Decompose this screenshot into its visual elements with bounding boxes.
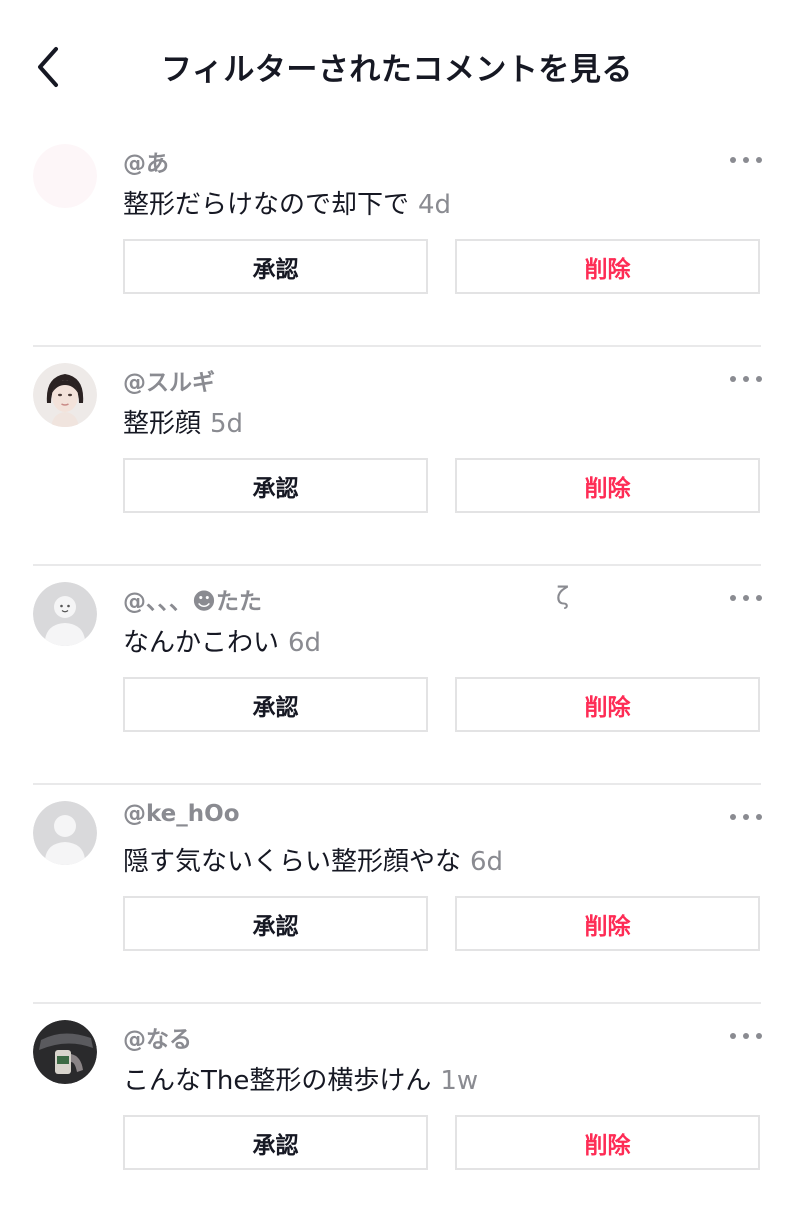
delete-button[interactable]: 削除 (455, 458, 760, 513)
avatar[interactable] (33, 801, 97, 865)
comment-time: 6d (288, 628, 322, 658)
username-decoration: ζ (556, 582, 570, 610)
more-dot-icon (730, 157, 736, 163)
page-title: フィルターされたコメントを見る (161, 52, 633, 88)
delete-button[interactable]: 削除 (455, 896, 760, 951)
comment-text: 整形だらけなので却下で (123, 190, 410, 220)
more-dot-icon (756, 376, 762, 382)
more-dot-icon (730, 376, 736, 382)
approve-button[interactable]: 承認 (123, 458, 428, 513)
more-dot-icon (743, 814, 749, 820)
comment-item: @あ 整形だらけなので却下で 4d 承認 削除 (0, 128, 794, 347)
comment-body: なんかこわい 6d (123, 622, 321, 659)
comment-item: @ke_hOo 隠す気ないくらい整形顔やな 6d 承認 削除 (0, 785, 794, 1004)
more-dot-icon (730, 1033, 736, 1039)
approve-button[interactable]: 承認 (123, 677, 428, 732)
default-avatar-icon (33, 801, 97, 865)
more-dot-icon (743, 1033, 749, 1039)
more-options-button[interactable] (730, 369, 762, 389)
photo-avatar-dark-icon (33, 1020, 97, 1084)
comment-body: 隠す気ないくらい整形顔やな 6d (123, 841, 503, 878)
comment-text: なんかこわい (123, 628, 280, 658)
more-dot-icon (756, 814, 762, 820)
delete-button[interactable]: 削除 (455, 239, 760, 294)
more-dot-icon (730, 595, 736, 601)
avatar[interactable] (33, 582, 97, 646)
approve-button[interactable]: 承認 (123, 1115, 428, 1170)
more-options-button[interactable] (730, 588, 762, 608)
more-dot-icon (743, 157, 749, 163)
more-dot-icon (730, 814, 736, 820)
avatar[interactable] (33, 144, 97, 208)
more-options-button[interactable] (730, 807, 762, 827)
comment-time: 1w (440, 1066, 479, 1096)
comment-item: @スルギ 整形顔 5d 承認 削除 (0, 347, 794, 566)
comment-text: 隠す気ないくらい整形顔やな (123, 847, 462, 877)
comment-username[interactable]: @なる (123, 1020, 192, 1054)
blank-avatar-icon (33, 144, 97, 208)
comment-item: @、、、☻たた ζ なんかこわい 6d 承認 削除 (0, 566, 794, 785)
comment-text: こんなThe整形の横歩けん (123, 1066, 432, 1096)
comment-body: 整形だらけなので却下で 4d (123, 184, 451, 221)
comment-text: 整形顔 (123, 409, 202, 439)
comment-item: @なる こんなThe整形の横歩けん 1w 承認 削除 (0, 1004, 794, 1223)
photo-avatar-woman-icon (33, 363, 97, 427)
approve-button[interactable]: 承認 (123, 239, 428, 294)
comment-body: 整形顔 5d (123, 403, 243, 440)
delete-button[interactable]: 削除 (455, 677, 760, 732)
more-dot-icon (756, 1033, 762, 1039)
more-options-button[interactable] (730, 150, 762, 170)
more-options-button[interactable] (730, 1026, 762, 1046)
comment-list: @あ 整形だらけなので却下で 4d 承認 削除 @スルギ 整形顔 5d 承認 削… (0, 128, 794, 1223)
comment-time: 5d (210, 409, 244, 439)
comment-username[interactable]: @、、、☻たた (123, 582, 262, 616)
avatar[interactable] (33, 1020, 97, 1084)
avatar[interactable] (33, 363, 97, 427)
comment-username[interactable]: @スルギ (123, 363, 215, 397)
default-avatar-face-icon (33, 582, 97, 646)
comment-time: 6d (470, 847, 504, 877)
more-dot-icon (743, 595, 749, 601)
more-dot-icon (756, 595, 762, 601)
header: フィルターされたコメントを見る (0, 0, 794, 128)
comment-username[interactable]: @あ (123, 144, 169, 178)
more-dot-icon (756, 157, 762, 163)
delete-button[interactable]: 削除 (455, 1115, 760, 1170)
comment-username[interactable]: @ke_hOo (123, 801, 240, 827)
comment-time: 4d (418, 190, 452, 220)
approve-button[interactable]: 承認 (123, 896, 428, 951)
more-dot-icon (743, 376, 749, 382)
comment-body: こんなThe整形の横歩けん 1w (123, 1060, 478, 1097)
